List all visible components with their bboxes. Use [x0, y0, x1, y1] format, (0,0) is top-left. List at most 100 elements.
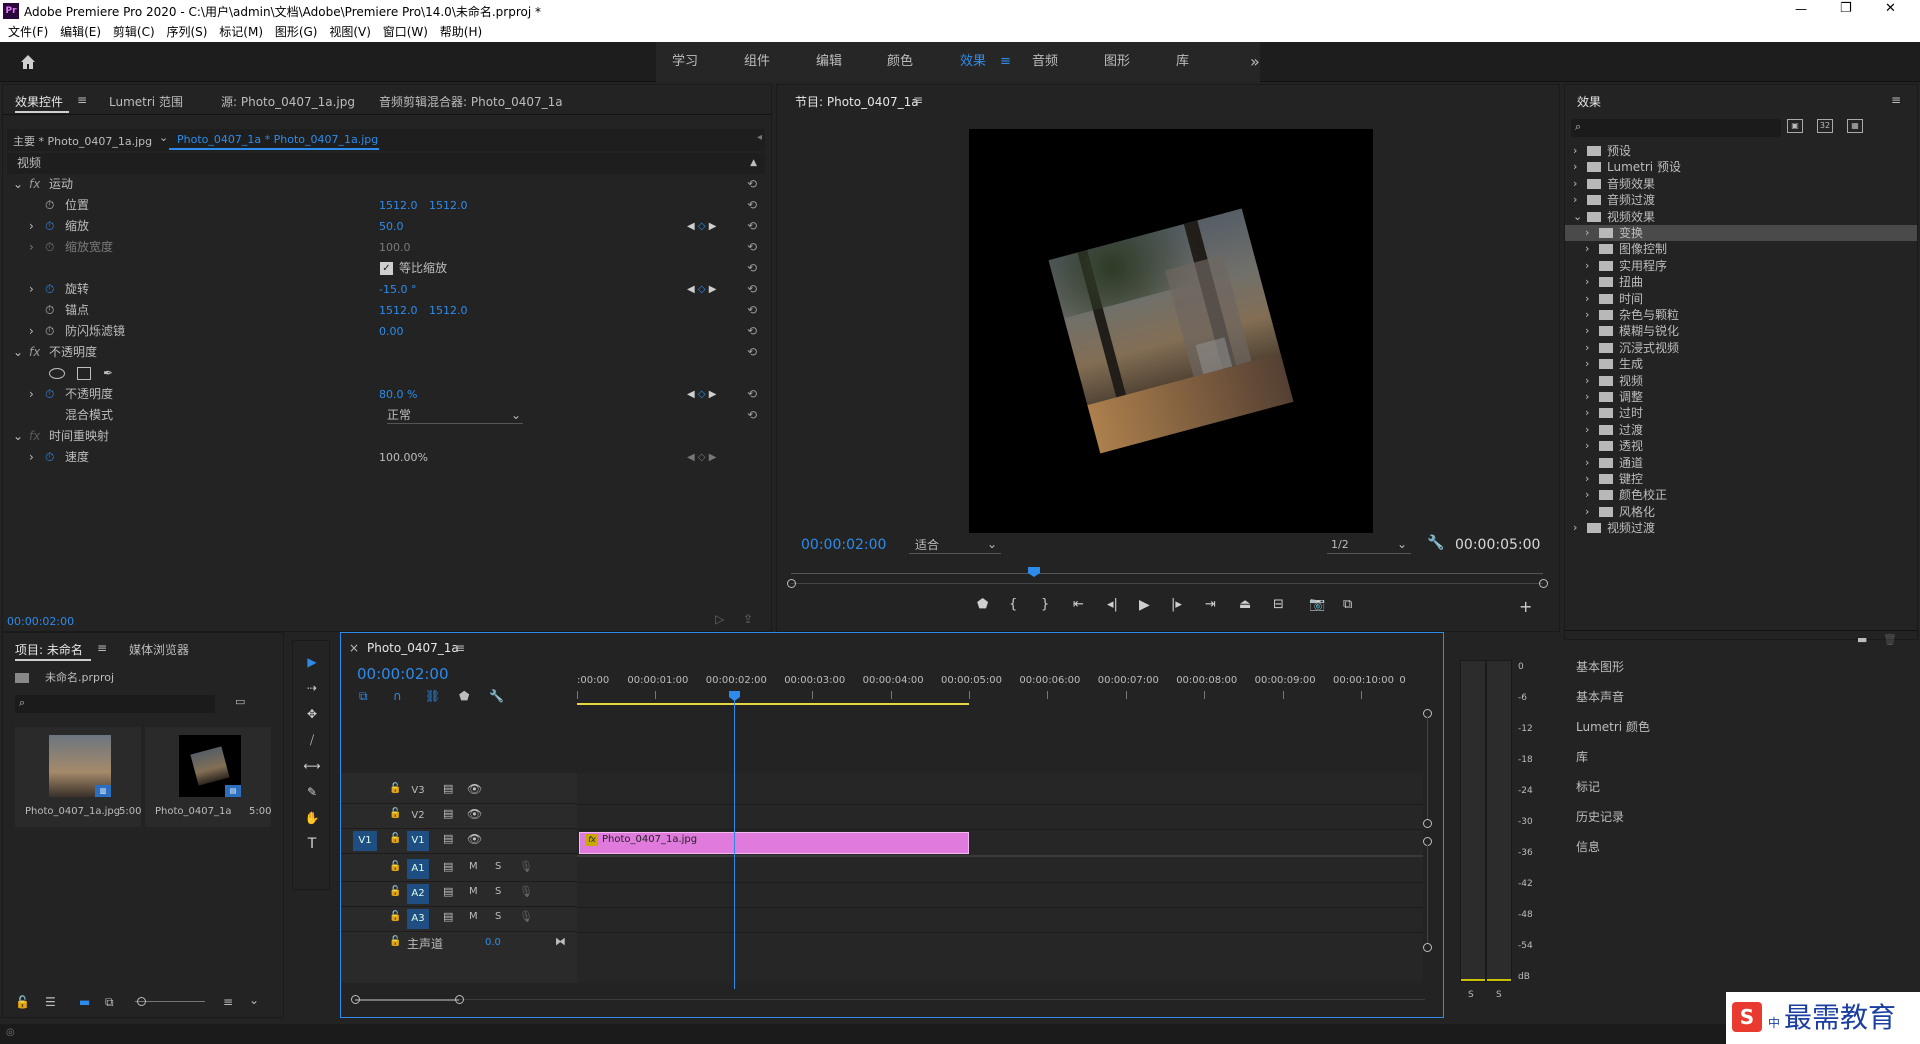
opacity-effect[interactable]: ⌄ fx 不透明度 ⟲ [7, 342, 765, 363]
solo-button[interactable]: S [495, 911, 501, 922]
timeline-playhead[interactable] [729, 691, 740, 989]
mute-button[interactable]: M [469, 911, 478, 922]
more-workspaces-icon[interactable]: » [1250, 42, 1260, 82]
solo-right-button[interactable]: S [1496, 990, 1502, 1000]
chevron-down-icon[interactable]: ⌄ [249, 993, 259, 1007]
accelerated-effects-icon[interactable]: ▣ [1787, 119, 1803, 133]
effects-tree-item[interactable]: › 风格化 [1565, 504, 1917, 520]
tab-effect-controls[interactable]: 效果控件 [15, 93, 63, 110]
expand-closed-icon[interactable]: › [29, 321, 34, 342]
close-icon[interactable]: ✕ [1885, 1, 1896, 16]
lock-icon[interactable]: 🔓 [389, 783, 401, 794]
workspace-graphics[interactable]: 图形 [1104, 42, 1130, 82]
microphone-icon[interactable]: 🎙 [519, 860, 533, 873]
effects-tree-item[interactable]: › 通道 [1565, 455, 1917, 471]
lock-icon[interactable]: 🔓 [389, 936, 401, 947]
pen-tool-icon[interactable]: ✎ [303, 783, 321, 801]
timeline-timecode[interactable]: 00:00:02:00 [357, 665, 449, 683]
effects-tree-item[interactable]: › 调整 [1565, 389, 1917, 405]
chevron-right-icon[interactable]: › [1585, 504, 1589, 520]
workspace-learn[interactable]: 学习 [672, 42, 698, 82]
reset-icon[interactable]: ⟲ [747, 237, 757, 258]
timeline-close-icon[interactable]: × [349, 641, 359, 655]
export-frame-icon[interactable]: 📷 [1309, 597, 1325, 612]
chevron-right-icon[interactable]: › [1585, 389, 1589, 405]
stopwatch-icon[interactable]: ⏱ [45, 321, 54, 342]
video-canvas[interactable] [969, 129, 1373, 533]
collapse-icon[interactable]: ◂ [757, 132, 762, 143]
menu-file[interactable]: 文件(F) [8, 22, 48, 42]
reset-icon[interactable]: ⟲ [747, 195, 757, 216]
anchor-y-value[interactable]: 1512.0 [429, 300, 468, 321]
chevron-right-icon[interactable]: › [1573, 192, 1577, 208]
new-bin-icon[interactable]: ▭ [235, 695, 245, 708]
effects-tree-item[interactable]: › 扭曲 [1565, 274, 1917, 290]
lock-icon[interactable]: 🔓 [15, 995, 30, 1009]
keyframe-nav-icon[interactable]: ◀ ◇ ▶ [687, 447, 716, 468]
microphone-icon[interactable]: 🎙 [519, 885, 533, 898]
stopwatch-icon[interactable]: ⏱ [45, 300, 54, 321]
reset-icon[interactable]: ⟲ [747, 405, 757, 426]
menu-window[interactable]: 窗口(W) [383, 22, 428, 42]
tab-media-browser[interactable]: 媒体浏览器 [129, 641, 189, 658]
track-label[interactable]: A1 [407, 859, 429, 879]
chevron-right-icon[interactable]: › [1585, 291, 1589, 307]
menu-clip[interactable]: 剪辑(C) [113, 22, 155, 42]
menu-marker[interactable]: 标记(M) [219, 22, 263, 42]
track-label[interactable]: V2 [407, 806, 429, 826]
workspace-editing[interactable]: 编辑 [816, 42, 842, 82]
effects-tree-item[interactable]: › 实用程序 [1565, 258, 1917, 274]
reset-icon[interactable]: ⟲ [747, 342, 757, 363]
expand-closed-icon[interactable]: › [29, 237, 34, 258]
program-scrub-bar[interactable] [787, 567, 1548, 593]
filter-icon[interactable]: ▷ [715, 612, 724, 626]
lock-icon[interactable]: 🔓 [389, 808, 401, 819]
workspace-menu-icon[interactable]: ≡ [1000, 42, 1011, 82]
sync-lock-icon[interactable]: ▤ [443, 910, 453, 923]
track-label[interactable]: A2 [407, 884, 429, 904]
chevron-right-icon[interactable]: › [1573, 520, 1577, 536]
chevron-right-icon[interactable]: › [1585, 340, 1589, 356]
go-to-in-icon[interactable]: ⇤ [1073, 597, 1084, 612]
resolution-select[interactable]: 1/2 ⌄ [1327, 536, 1411, 554]
expand-open-icon[interactable]: ⌄ [13, 342, 23, 363]
master-value[interactable]: 0.0 [485, 937, 501, 948]
selection-tool-icon[interactable]: ▶ [303, 653, 321, 671]
chevron-right-icon[interactable]: › [1585, 422, 1589, 438]
workspace-effects[interactable]: 效果 [960, 42, 986, 82]
effects-tree-item[interactable]: › 键控 [1565, 471, 1917, 487]
panel-markers[interactable]: 标记 [1576, 778, 1600, 795]
ripple-edit-tool-icon[interactable]: ✥ [303, 705, 321, 723]
timeline-settings-icon[interactable]: 🔧 [489, 689, 504, 703]
keyframe-nav-icon[interactable]: ◀ ◇ ▶ [687, 384, 716, 405]
scroll-up-icon[interactable]: ▲ [750, 153, 757, 174]
chevron-right-icon[interactable]: › [1585, 471, 1589, 487]
chevron-right-icon[interactable]: › [1573, 159, 1577, 175]
fx-badge[interactable]: fx [29, 174, 40, 195]
effects-tree-item[interactable]: › 音频效果 [1565, 176, 1917, 192]
effects-tree-item[interactable]: › Lumetri 预设 [1565, 159, 1917, 175]
expand-open-icon[interactable]: ⌄ [13, 174, 23, 195]
chevron-right-icon[interactable]: › [1585, 274, 1589, 290]
time-ruler[interactable]: :00:00 00:00:01:00 00:00:02:00 00:00:03:00 0… [577, 673, 1423, 703]
nest-toggle-icon[interactable]: ⧉ [359, 689, 368, 704]
timeline-menu-icon[interactable]: ≡ [455, 641, 465, 655]
effects-tree-item[interactable]: › 过时 [1565, 405, 1917, 421]
panel-history[interactable]: 历史记录 [1576, 808, 1624, 825]
add-button-icon[interactable]: + [1519, 597, 1532, 616]
lift-icon[interactable]: ⏏ [1239, 597, 1251, 612]
fx-badge[interactable]: fx [29, 342, 40, 363]
panel-lumetri-color[interactable]: Lumetri 颜色 [1576, 718, 1650, 735]
scrub-end-handle[interactable] [1539, 579, 1548, 588]
menu-edit[interactable]: 编辑(E) [60, 22, 101, 42]
effects-tree-item[interactable]: › 视频 [1565, 373, 1917, 389]
effects-tree-item[interactable]: ⌄ 视频效果 [1565, 209, 1917, 225]
chevron-right-icon[interactable]: › [1585, 373, 1589, 389]
panel-essential-sound[interactable]: 基本声音 [1576, 688, 1624, 705]
minimize-icon[interactable]: — [1795, 2, 1807, 16]
rectangle-mask-icon[interactable] [77, 367, 91, 380]
new-bin-icon[interactable]: ▬ [1857, 633, 1867, 646]
workspace-color[interactable]: 颜色 [887, 42, 913, 82]
project-search-input[interactable]: ⌕ [15, 695, 215, 713]
eye-icon[interactable]: 👁 [467, 782, 482, 796]
